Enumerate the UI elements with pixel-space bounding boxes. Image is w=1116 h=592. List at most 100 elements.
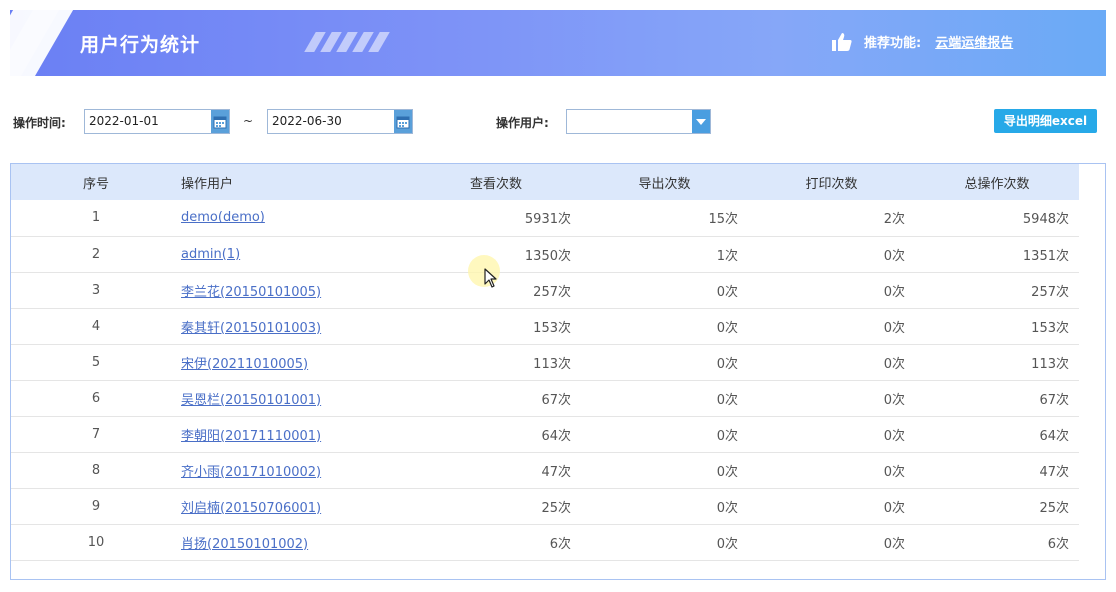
total-count-cell: 1351次 <box>1022 248 1069 264</box>
row-index-cell: 7 <box>91 426 101 442</box>
total-count-cell: 67次 <box>1039 392 1069 408</box>
operation-user-select[interactable] <box>566 109 711 134</box>
export-count-cell: 0次 <box>716 284 738 300</box>
thumbs-up-icon <box>832 32 852 51</box>
table-row: 2 admin(1) 1350次 1次 0次 1351次 <box>11 236 1079 272</box>
operation-user-label: 操作用户: <box>496 116 549 130</box>
date-range-separator: ~ <box>243 114 254 128</box>
print-count-cell: 0次 <box>883 392 905 408</box>
chevron-down-icon[interactable] <box>692 110 710 133</box>
page-title: 用户行为统计 <box>80 34 201 56</box>
table-row: 7 李朝阳(20171110001) 64次 0次 0次 64次 <box>11 416 1079 452</box>
export-count-cell: 15次 <box>708 212 738 228</box>
view-count-cell: 153次 <box>533 320 571 336</box>
print-count-cell: 0次 <box>883 284 905 300</box>
page-header-banner: 用户行为统计 推荐功能: 云端运维报告 <box>10 10 1106 76</box>
user-link[interactable]: demo(demo) <box>181 210 265 225</box>
view-count-cell: 64次 <box>541 428 571 444</box>
row-index-cell: 10 <box>87 534 105 550</box>
operation-time-label: 操作时间: <box>13 116 66 130</box>
export-count-cell: 0次 <box>716 536 738 552</box>
user-behavior-table: 序号 操作用户 查看次数 导出次数 打印次数 总操作次数 1 demo(demo)… <box>11 164 1079 561</box>
user-link-cell: 李朝阳(20171110001) <box>181 416 411 452</box>
total-count-cell: 25次 <box>1039 500 1069 516</box>
table-row: 3 李兰花(20150101005) 257次 0次 0次 257次 <box>11 272 1079 308</box>
total-count-cell: 113次 <box>1031 356 1069 372</box>
user-link[interactable]: admin(1) <box>181 247 240 262</box>
view-count-cell: 47次 <box>541 464 571 480</box>
export-excel-button[interactable]: 导出明细excel <box>994 109 1097 133</box>
stats-table-panel: 序号 操作用户 查看次数 导出次数 打印次数 总操作次数 1 demo(demo)… <box>10 163 1106 580</box>
filter-bar: 操作时间: 2022-01-01 ~ 2022-06-30 操作用户: 导出明细… <box>13 109 1103 135</box>
export-count-cell: 0次 <box>716 464 738 480</box>
table-row: 4 秦其轩(20150101003) 153次 0次 0次 153次 <box>11 308 1079 344</box>
user-link[interactable]: 李朝阳(20171110001) <box>181 429 321 444</box>
start-date-field[interactable]: 2022-01-01 <box>84 109 230 134</box>
table-row: 1 demo(demo) 5931次 15次 2次 5948次 <box>11 200 1079 236</box>
banner-corner-decoration <box>10 10 79 76</box>
end-date-value[interactable]: 2022-06-30 <box>268 110 394 133</box>
col-header-index: 序号 <box>82 176 109 192</box>
col-header-total: 总操作次数 <box>964 176 1030 192</box>
calendar-icon[interactable] <box>211 110 229 133</box>
banner-stripes-decoration <box>304 32 400 52</box>
print-count-cell: 0次 <box>883 500 905 516</box>
row-index-cell: 2 <box>91 246 101 262</box>
user-link-cell: 宋伊(20211010005) <box>181 344 411 380</box>
total-count-cell: 47次 <box>1039 464 1069 480</box>
row-index-cell: 1 <box>91 210 101 226</box>
export-count-cell: 0次 <box>716 320 738 336</box>
view-count-cell: 5931次 <box>524 212 571 228</box>
calendar-icon[interactable] <box>394 110 412 133</box>
user-link-cell: admin(1) <box>181 236 411 272</box>
total-count-cell: 6次 <box>1047 536 1069 552</box>
user-link-cell: 李兰花(20150101005) <box>181 272 411 308</box>
mouse-cursor-icon <box>484 268 497 288</box>
start-date-value[interactable]: 2022-01-01 <box>85 110 211 133</box>
row-index-cell: 4 <box>91 318 101 334</box>
col-header-views: 查看次数 <box>469 176 522 192</box>
user-link-cell: 秦其轩(20150101003) <box>181 308 411 344</box>
row-index-cell: 5 <box>91 354 101 370</box>
user-link-cell: demo(demo) <box>181 200 411 236</box>
user-link[interactable]: 刘启楠(20150706001) <box>181 501 321 516</box>
user-link[interactable]: 秦其轩(20150101003) <box>181 321 321 336</box>
cloud-ops-report-link[interactable]: 云端运维报告 <box>935 32 1013 51</box>
recommend-section: 推荐功能: 云端运维报告 <box>832 32 1013 51</box>
print-count-cell: 0次 <box>883 464 905 480</box>
table-row: 10 肖扬(20150101002) 6次 0次 0次 6次 <box>11 524 1079 560</box>
export-count-cell: 0次 <box>716 500 738 516</box>
row-index-cell: 6 <box>91 390 101 406</box>
export-count-cell: 1次 <box>716 248 738 264</box>
print-count-cell: 0次 <box>883 536 905 552</box>
print-count-cell: 2次 <box>883 212 905 228</box>
table-row: 6 吴恩栏(20150101001) 67次 0次 0次 67次 <box>11 380 1079 416</box>
col-header-prints: 打印次数 <box>805 176 858 192</box>
print-count-cell: 0次 <box>883 320 905 336</box>
row-index-cell: 3 <box>91 282 101 298</box>
export-count-cell: 0次 <box>716 392 738 408</box>
end-date-field[interactable]: 2022-06-30 <box>267 109 413 134</box>
user-link[interactable]: 李兰花(20150101005) <box>181 285 321 300</box>
total-count-cell: 257次 <box>1031 284 1069 300</box>
col-header-user: 操作用户 <box>181 176 234 192</box>
table-row: 8 齐小雨(20171010002) 47次 0次 0次 47次 <box>11 452 1079 488</box>
print-count-cell: 0次 <box>883 248 905 264</box>
user-link[interactable]: 宋伊(20211010005) <box>181 357 308 372</box>
user-link[interactable]: 肖扬(20150101002) <box>181 537 308 552</box>
row-index-cell: 8 <box>91 462 101 478</box>
view-count-cell: 6次 <box>549 536 571 552</box>
total-count-cell: 64次 <box>1039 428 1069 444</box>
print-count-cell: 0次 <box>883 356 905 372</box>
col-header-exports: 导出次数 <box>638 176 691 192</box>
user-link-cell: 吴恩栏(20150101001) <box>181 380 411 416</box>
user-link[interactable]: 齐小雨(20171010002) <box>181 465 321 480</box>
total-count-cell: 5948次 <box>1022 212 1069 228</box>
view-count-cell: 25次 <box>541 500 571 516</box>
table-header-row: 序号 操作用户 查看次数 导出次数 打印次数 总操作次数 <box>11 164 1079 200</box>
export-count-cell: 0次 <box>716 356 738 372</box>
table-row: 5 宋伊(20211010005) 113次 0次 0次 113次 <box>11 344 1079 380</box>
user-link[interactable]: 吴恩栏(20150101001) <box>181 393 321 408</box>
user-link-cell: 肖扬(20150101002) <box>181 524 411 560</box>
row-index-cell: 9 <box>91 498 101 514</box>
